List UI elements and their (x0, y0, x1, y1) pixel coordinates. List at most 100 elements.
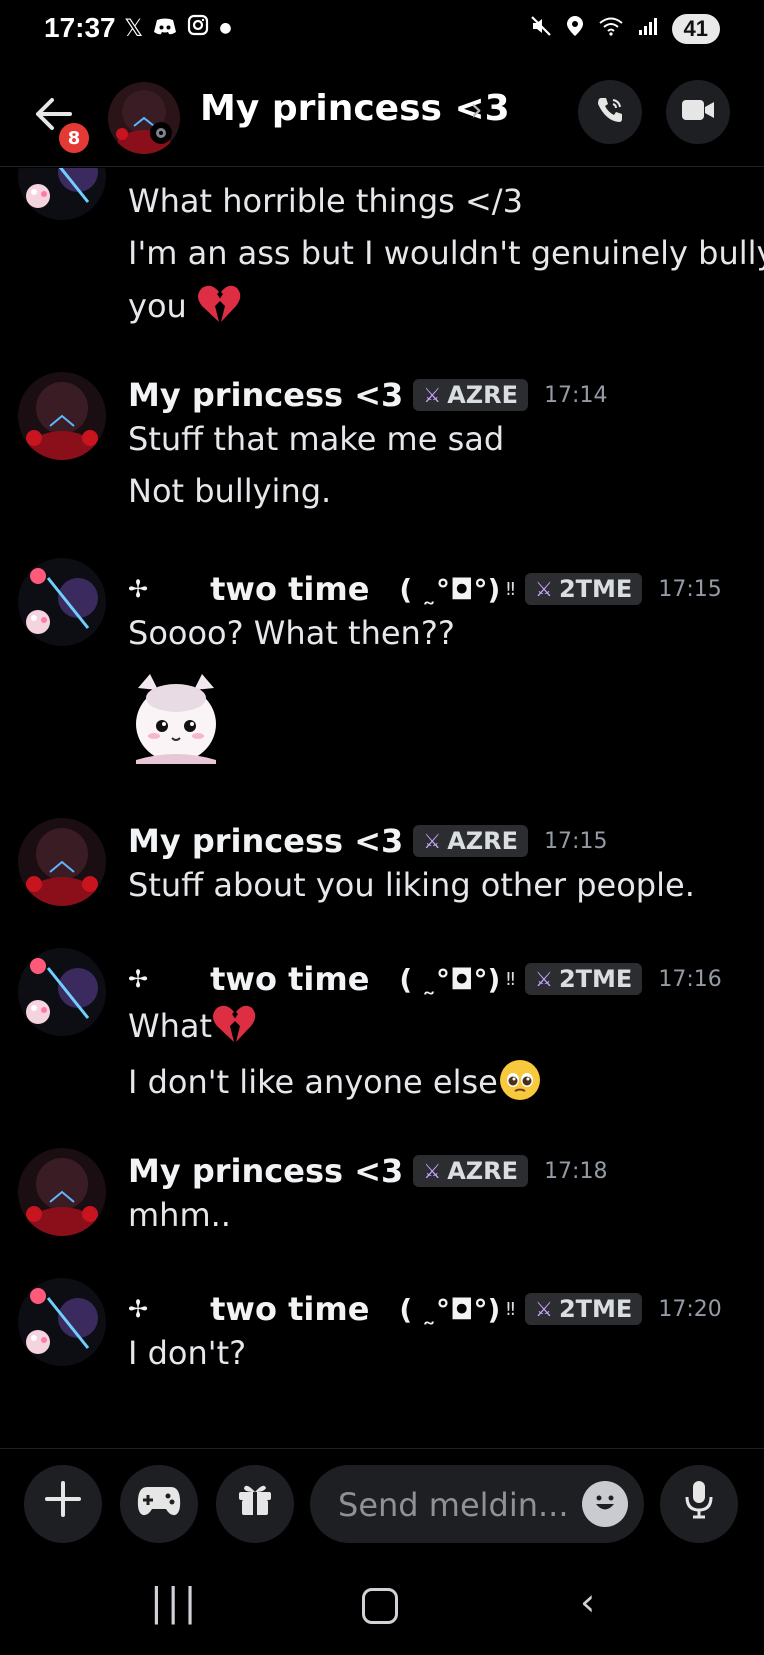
message-header: ✢ two time ( ˷°◘°) ‼ ⚔ 2TME 17:20 (128, 1288, 722, 1330)
message-composer (0, 1448, 764, 1557)
status-time: 17:37 (44, 12, 116, 43)
channel-title[interactable]: My princess <3 (200, 88, 510, 129)
server-tag[interactable]: ⚔ 2TME (525, 573, 643, 605)
mute-icon (530, 15, 552, 43)
author-suffix: ‼ (506, 578, 516, 600)
message-header: My princess <3 ⚔ AZRE 17:14 (128, 374, 607, 416)
sparkle-icon: ✢ (128, 1295, 149, 1323)
server-tag[interactable]: ⚔ AZRE (413, 1155, 529, 1187)
discord-icon (153, 14, 177, 42)
message-line: I'm an ass but I wouldn't genuinely bull… (128, 234, 764, 272)
broken-heart-icon (212, 1004, 256, 1052)
sword-icon: ⚔ (535, 577, 553, 601)
instagram-icon (187, 14, 209, 42)
attach-button[interactable] (24, 1465, 102, 1543)
gamepad-icon (137, 1481, 181, 1527)
system-nav-bar: ||| ‹ (0, 1570, 764, 1640)
message-line: What horrible things </3 (128, 182, 523, 220)
message-header: My princess <3 ⚔ AZRE 17:15 (128, 820, 607, 862)
timestamp: 17:16 (658, 966, 722, 992)
sparkle-icon: ✢ (128, 575, 149, 603)
author-name[interactable]: two time (210, 960, 369, 998)
message-line: Stuff that make me sad (128, 420, 505, 458)
user-avatar-two-time[interactable] (18, 948, 106, 1036)
location-icon (566, 15, 584, 43)
user-avatar-princess[interactable] (18, 1148, 106, 1236)
message-list[interactable]: What horrible things </3 I'm an ass but … (0, 168, 764, 1446)
message-line: What (128, 1004, 256, 1052)
user-avatar-two-time[interactable] (18, 1278, 106, 1366)
x-icon: 𝕏 (124, 14, 144, 42)
sword-icon: ⚔ (423, 383, 442, 407)
message-line: Soooo? What then?? (128, 614, 455, 652)
microphone-icon (684, 1479, 714, 1529)
message-line: mhm.. (128, 1196, 231, 1234)
message-header: ✢ two time ( ˷°◘°) ‼ ⚔ 2TME 17:16 (128, 958, 722, 1000)
server-tag[interactable]: ⚔ 2TME (525, 963, 643, 995)
status-icons-right: 41 (530, 14, 720, 44)
author-suffix: ‼ (506, 968, 516, 990)
user-avatar-two-time[interactable] (18, 558, 106, 646)
timestamp: 17:20 (658, 1296, 722, 1322)
author-name[interactable]: My princess <3 (128, 376, 403, 414)
server-tag[interactable]: ⚔ AZRE (413, 825, 529, 857)
author-name[interactable]: My princess <3 (128, 822, 403, 860)
message-line: I don't like anyone else (128, 1058, 542, 1110)
user-avatar-princess[interactable] (18, 372, 106, 460)
phone-icon (595, 95, 625, 129)
sword-icon: ⚔ (423, 829, 442, 853)
channel-header: 8 My princess <3 › (0, 74, 764, 167)
gift-button[interactable] (216, 1465, 294, 1543)
wifi-icon (598, 16, 624, 42)
broken-heart-icon (197, 284, 241, 332)
message-input[interactable] (336, 1465, 570, 1545)
user-avatar-two-time[interactable] (18, 168, 106, 220)
message-header: My princess <3 ⚔ AZRE 17:18 (128, 1150, 607, 1192)
system-back-button[interactable]: ‹ (580, 1580, 595, 1624)
emoji-picker-button[interactable] (582, 1481, 628, 1527)
message-line: you (128, 284, 241, 332)
offline-status-icon (150, 122, 172, 144)
video-camera-icon (681, 98, 715, 126)
pleading-face-icon (498, 1058, 542, 1110)
plus-icon (44, 1480, 82, 1528)
header-avatar[interactable] (108, 82, 180, 154)
user-avatar-princess[interactable] (18, 818, 106, 906)
author-kaomoji: ( ˷°◘°) (399, 572, 501, 606)
activities-button[interactable] (120, 1465, 198, 1543)
author-kaomoji: ( ˷°◘°) (399, 962, 501, 996)
voice-message-button[interactable] (660, 1465, 738, 1543)
timestamp: 17:14 (544, 382, 608, 408)
smiley-icon (588, 1485, 622, 1523)
timestamp: 17:15 (658, 576, 722, 602)
server-tag[interactable]: ⚔ AZRE (413, 379, 529, 411)
message-line: Stuff about you liking other people. (128, 866, 695, 904)
battery-indicator: 41 (671, 14, 720, 44)
status-bar: 17:37 𝕏 ● 41 (0, 0, 764, 64)
back-button[interactable]: 8 (34, 92, 92, 156)
cat-girl-sticker[interactable] (128, 668, 224, 764)
sword-icon: ⚔ (535, 1297, 553, 1321)
signal-icon (638, 16, 658, 42)
author-kaomoji: ( ˷°◘°) (399, 1292, 501, 1326)
author-name[interactable]: two time (210, 570, 369, 608)
author-name[interactable]: My princess <3 (128, 1152, 403, 1190)
sword-icon: ⚔ (535, 967, 553, 991)
voice-call-button[interactable] (578, 80, 642, 144)
timestamp: 17:15 (544, 828, 608, 854)
message-input-wrapper (310, 1465, 644, 1545)
status-icons-left: 𝕏 ● (124, 14, 232, 42)
unread-badge: 8 (56, 120, 92, 156)
home-button[interactable] (362, 1588, 398, 1624)
message-header: ✢ two time ( ˷°◘°) ‼ ⚔ 2TME 17:15 (128, 568, 722, 610)
author-name[interactable]: two time (210, 1290, 369, 1328)
gift-icon (236, 1480, 274, 1528)
server-tag[interactable]: ⚔ 2TME (525, 1293, 643, 1325)
sparkle-icon: ✢ (128, 965, 149, 993)
video-call-button[interactable] (666, 80, 730, 144)
message-line: I don't? (128, 1334, 247, 1372)
chevron-right-icon[interactable]: › (470, 90, 483, 128)
sword-icon: ⚔ (423, 1159, 442, 1183)
recents-button[interactable]: ||| (150, 1580, 200, 1624)
message-line: Not bullying. (128, 472, 332, 510)
